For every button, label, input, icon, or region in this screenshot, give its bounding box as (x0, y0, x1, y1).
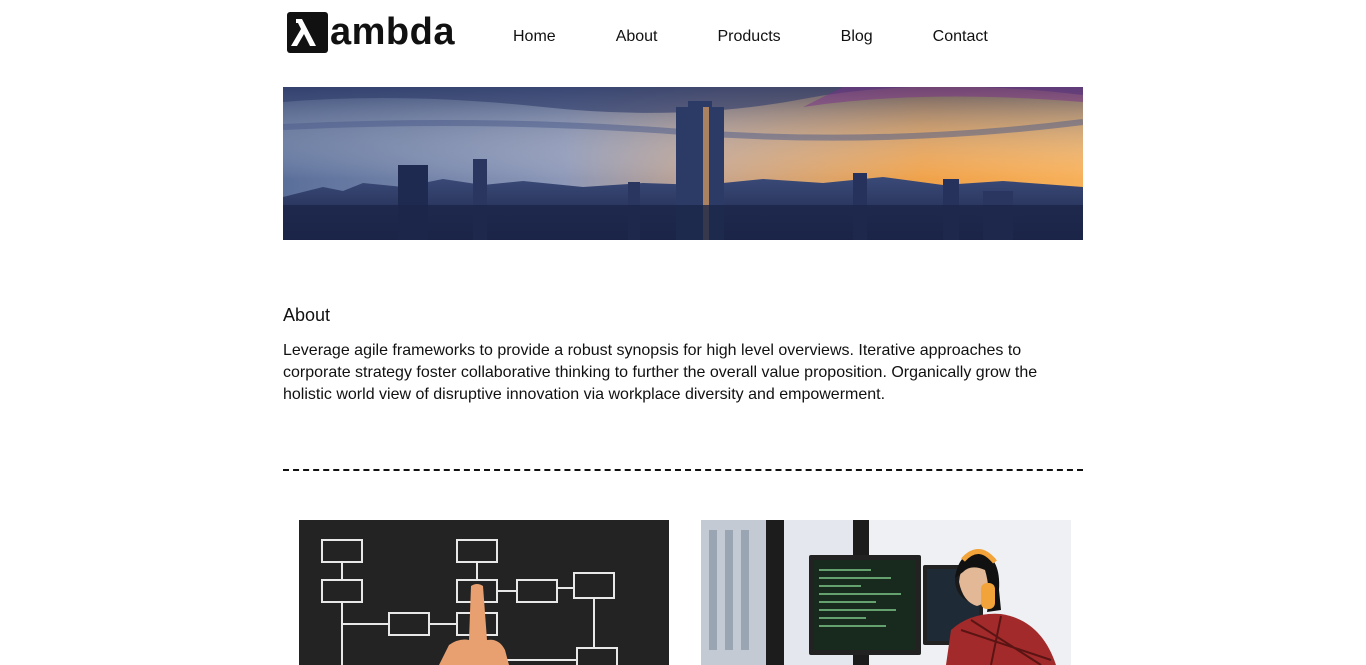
nav-about[interactable]: About (616, 28, 658, 46)
about-heading: About (283, 305, 331, 325)
nav-products[interactable]: Products (718, 28, 781, 46)
about-paragraph: Leverage agile frameworks to provide a r… (283, 342, 1038, 403)
developer-at-monitors-image (701, 520, 1071, 665)
page-container: ambda Home About Products Blog Contact A… (283, 0, 1083, 665)
flowchart-chalkboard-image (299, 520, 669, 665)
main-nav: Home About Products Blog Contact (513, 28, 988, 46)
nav-blog[interactable]: Blog (841, 28, 873, 46)
brand-name: ambda (330, 11, 455, 53)
brand-logo[interactable]: ambda (287, 12, 455, 53)
section-divider (283, 469, 1083, 471)
nav-contact[interactable]: Contact (933, 28, 988, 46)
nav-home[interactable]: Home (513, 28, 556, 46)
lambda-icon (287, 12, 328, 53)
hero-image (283, 87, 1083, 240)
